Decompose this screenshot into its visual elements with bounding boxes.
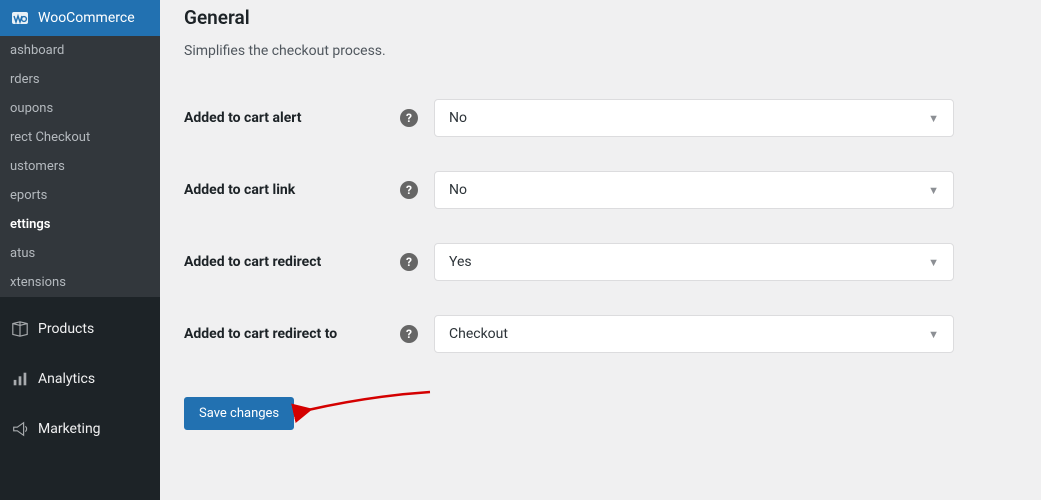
sidebar-sub-dashboard[interactable]: ashboard bbox=[0, 36, 160, 65]
help-icon[interactable]: ? bbox=[400, 253, 418, 271]
help-icon[interactable]: ? bbox=[400, 181, 418, 199]
section-description: Simplifies the checkout process. bbox=[184, 43, 1021, 59]
setting-label: Added to cart redirect to ? bbox=[184, 325, 434, 343]
sidebar-item-marketing[interactable]: Marketing bbox=[0, 411, 160, 447]
setting-row-added-to-cart-alert: Added to cart alert ? No ▼ bbox=[184, 99, 1021, 137]
setting-label: Added to cart redirect ? bbox=[184, 253, 434, 271]
sidebar-sub-customers[interactable]: ustomers bbox=[0, 152, 160, 181]
sidebar-label: Analytics bbox=[38, 371, 95, 387]
setting-row-added-to-cart-redirect: Added to cart redirect ? Yes ▼ bbox=[184, 243, 1021, 281]
setting-label: Added to cart alert ? bbox=[184, 109, 434, 127]
select-added-to-cart-redirect[interactable]: Yes ▼ bbox=[434, 243, 954, 281]
sidebar-sub-direct-checkout[interactable]: rect Checkout bbox=[0, 123, 160, 152]
products-icon bbox=[10, 319, 30, 339]
sidebar-label: Products bbox=[38, 321, 94, 337]
sidebar-item-products[interactable]: Products bbox=[0, 311, 160, 347]
label-text: Added to cart link bbox=[184, 182, 295, 198]
annotation-arrow bbox=[300, 388, 440, 430]
help-icon[interactable]: ? bbox=[400, 325, 418, 343]
setting-row-added-to-cart-redirect-to: Added to cart redirect to ? Checkout ▼ bbox=[184, 315, 1021, 353]
sidebar-label: Marketing bbox=[38, 421, 101, 437]
sidebar-label: WooCommerce bbox=[38, 10, 135, 26]
settings-content: General Simplifies the checkout process.… bbox=[160, 0, 1041, 500]
sidebar-item-analytics[interactable]: Analytics bbox=[0, 361, 160, 397]
label-text: Added to cart redirect bbox=[184, 254, 321, 270]
select-value: No bbox=[449, 110, 467, 126]
save-changes-button[interactable]: Save changes bbox=[184, 397, 294, 430]
sidebar-sub-extensions[interactable]: xtensions bbox=[0, 268, 160, 297]
sidebar-item-woocommerce[interactable]: WooCommerce bbox=[0, 0, 160, 36]
woocommerce-icon bbox=[10, 8, 30, 28]
chevron-down-icon: ▼ bbox=[928, 112, 939, 125]
marketing-icon bbox=[10, 419, 30, 439]
section-title: General bbox=[184, 6, 1021, 29]
sidebar-sub-orders[interactable]: rders bbox=[0, 65, 160, 94]
chevron-down-icon: ▼ bbox=[928, 256, 939, 269]
setting-label: Added to cart link ? bbox=[184, 181, 434, 199]
setting-row-added-to-cart-link: Added to cart link ? No ▼ bbox=[184, 171, 1021, 209]
analytics-icon bbox=[10, 369, 30, 389]
chevron-down-icon: ▼ bbox=[928, 184, 939, 197]
sidebar-sub-status[interactable]: atus bbox=[0, 239, 160, 268]
sidebar-sub-coupons[interactable]: oupons bbox=[0, 94, 160, 123]
chevron-down-icon: ▼ bbox=[928, 328, 939, 341]
select-added-to-cart-link[interactable]: No ▼ bbox=[434, 171, 954, 209]
select-added-to-cart-redirect-to[interactable]: Checkout ▼ bbox=[434, 315, 954, 353]
help-icon[interactable]: ? bbox=[400, 109, 418, 127]
label-text: Added to cart redirect to bbox=[184, 326, 337, 342]
select-value: No bbox=[449, 182, 467, 198]
select-added-to-cart-alert[interactable]: No ▼ bbox=[434, 99, 954, 137]
select-value: Checkout bbox=[449, 326, 508, 342]
select-value: Yes bbox=[449, 254, 472, 270]
label-text: Added to cart alert bbox=[184, 110, 301, 126]
admin-sidebar: WooCommerce ashboard rders oupons rect C… bbox=[0, 0, 160, 500]
sidebar-sub-reports[interactable]: eports bbox=[0, 181, 160, 210]
sidebar-sub-settings[interactable]: ettings bbox=[0, 210, 160, 239]
